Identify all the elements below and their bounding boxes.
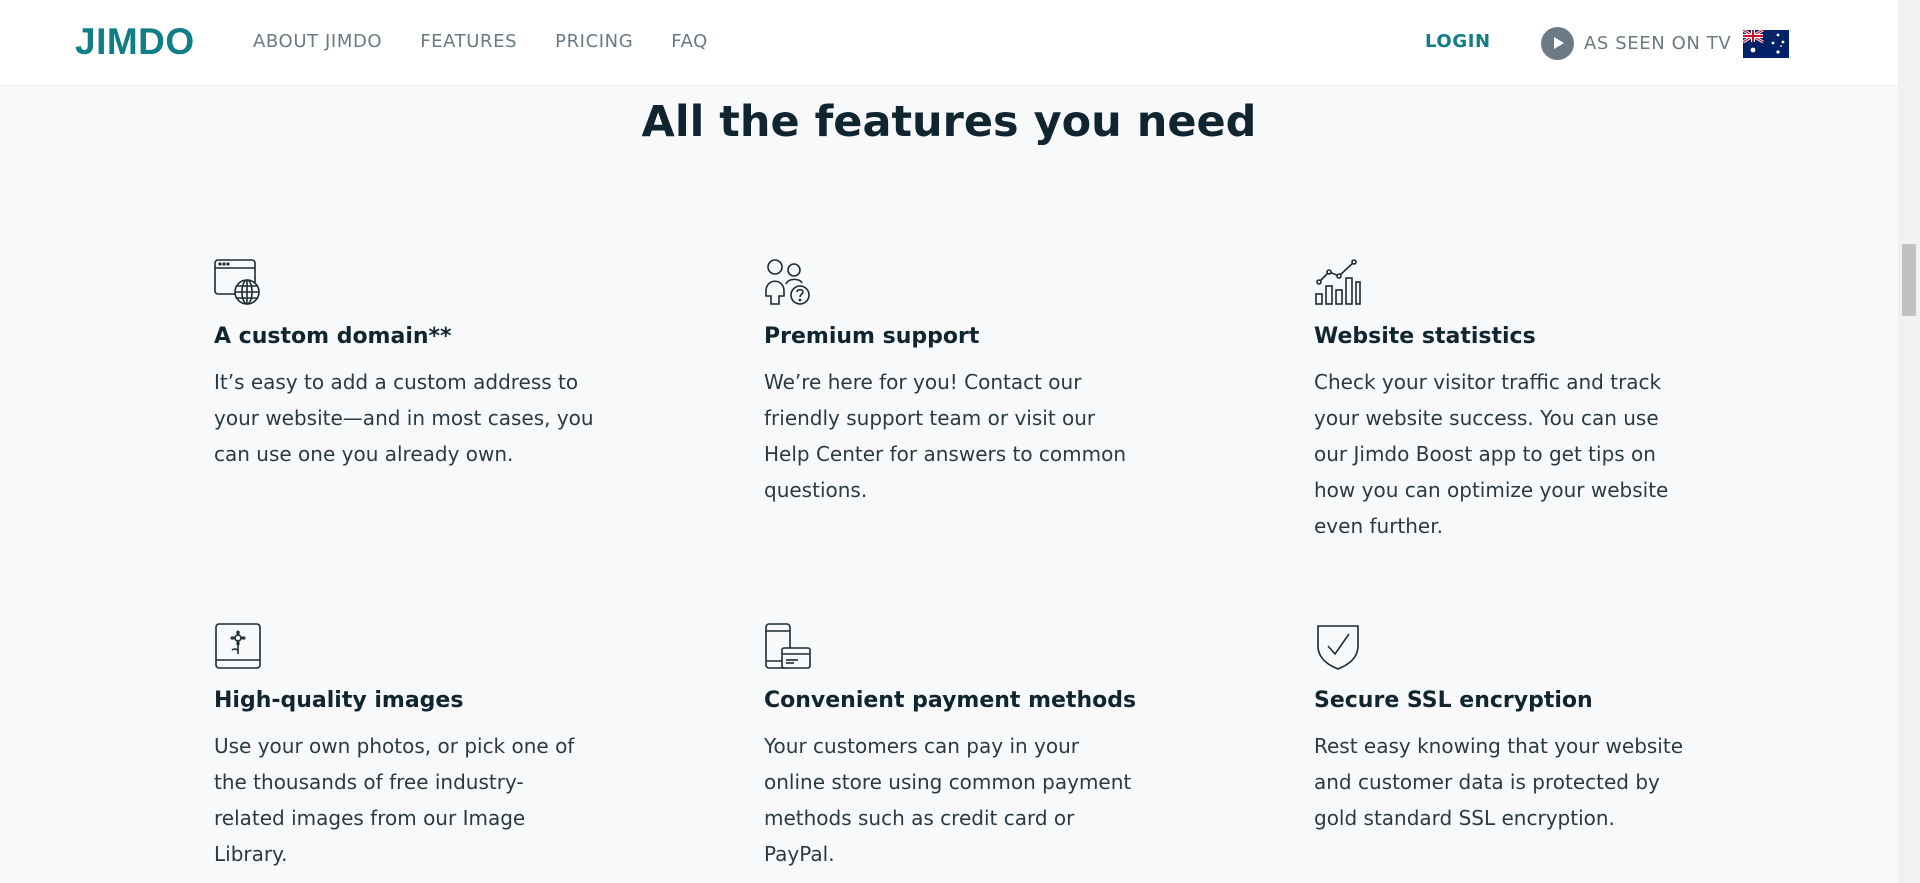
feature-title: Website statistics [1314, 324, 1536, 349]
feature-custom-domain: A custom domain** It’s easy to add a cus… [214, 258, 614, 472]
nav-about-jimdo[interactable]: ABOUT JIMDO [253, 30, 382, 54]
feature-payment-methods: Convenient payment methods Your customer… [764, 622, 1164, 872]
main-nav: ABOUT JIMDO FEATURES PRICING FAQ [253, 30, 746, 54]
as-seen-on-tv-button[interactable]: AS SEEN ON TV [1541, 27, 1790, 60]
as-seen-on-tv-label: AS SEEN ON TV [1584, 32, 1732, 54]
feature-title: High-quality images [214, 688, 464, 713]
statistics-chart-icon [1315, 259, 1361, 305]
login-link[interactable]: LOGIN [1425, 30, 1491, 54]
feature-description: Your customers can pay in your online st… [764, 734, 1132, 866]
feature-description: We’re here for you! Contact our friendly… [764, 370, 1127, 502]
site-header: JIMDO ABOUT JIMDO FEATURES PRICING FAQ L… [0, 0, 1898, 86]
play-icon [1541, 27, 1574, 60]
feature-website-statistics: Website statistics Check your visitor tr… [1314, 258, 1714, 544]
feature-title: A custom domain** [214, 324, 452, 349]
australia-flag-icon[interactable] [1743, 29, 1790, 58]
feature-description: Check your visitor traffic and track you… [1314, 370, 1669, 538]
image-flower-icon [215, 623, 261, 669]
nav-features[interactable]: FEATURES [420, 30, 517, 54]
domain-globe-icon [214, 259, 260, 305]
feature-high-quality-images: High-quality images Use your own photos,… [214, 622, 614, 872]
payment-card-icon [765, 623, 811, 669]
scrollbar[interactable] [1898, 0, 1920, 883]
nav-pricing[interactable]: PRICING [555, 30, 633, 54]
feature-title: Premium support [764, 324, 980, 349]
feature-premium-support: Premium support We’re here for you! Cont… [764, 258, 1164, 508]
jimdo-logo[interactable]: JIMDO [75, 22, 195, 62]
feature-ssl-encryption: Secure SSL encryption Rest easy knowing … [1314, 622, 1714, 836]
support-people-icon [765, 259, 810, 305]
scrollbar-thumb[interactable] [1902, 244, 1916, 316]
shield-check-icon [1317, 625, 1359, 670]
nav-faq[interactable]: FAQ [671, 30, 708, 54]
feature-title: Convenient payment methods [764, 688, 1137, 713]
feature-description: Rest easy knowing that your website and … [1314, 734, 1684, 830]
feature-description: It’s easy to add a custom address to you… [214, 370, 594, 466]
feature-title: Secure SSL encryption [1314, 688, 1593, 713]
page: JIMDO ABOUT JIMDO FEATURES PRICING FAQ L… [0, 0, 1920, 883]
feature-description: Use your own photos, or pick one of the … [214, 734, 575, 866]
section-title: All the features you need [641, 97, 1257, 147]
